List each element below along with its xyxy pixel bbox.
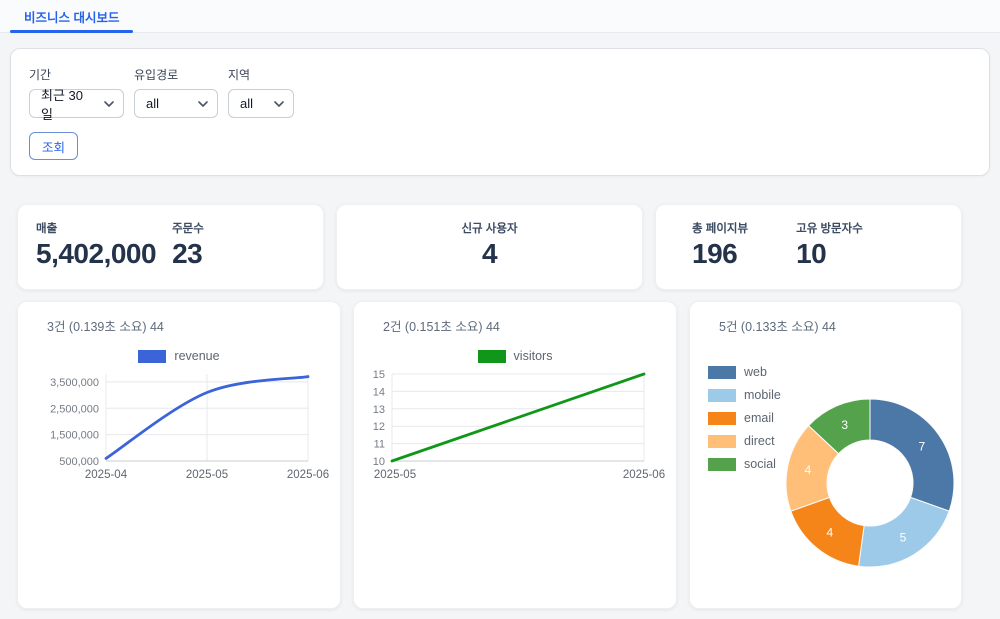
legend-item-mobile: mobile (708, 388, 781, 402)
legend-item-revenue: revenue (138, 349, 219, 363)
filter-fields: 기간 최근 30일 유입경로 all 지역 (29, 66, 971, 118)
visitors-chart-card: 2건 (0.151초 소요) 44 visitors 10 11 12 13 14 15 2… (353, 301, 677, 609)
revenue-chart-card: 3건 (0.139초 소요) 44 revenue 500,000 1,500,0… (17, 301, 341, 609)
filter-panel: 기간 최근 30일 유입경로 all 지역 (10, 48, 990, 176)
kpi-orders: 주문수 23 (172, 220, 204, 270)
channels-chart-card: 5건 (0.133초 소요) 44 web mobile email direct so… (689, 301, 962, 609)
kpi-pageviews-label: 총 페이지뷰 (692, 220, 748, 236)
svg-text:11: 11 (374, 439, 385, 451)
dashboard-main: 기간 최근 30일 유입경로 all 지역 (0, 48, 1000, 609)
channel-select-value: all (146, 96, 159, 111)
legend-swatch (708, 366, 736, 379)
svg-text:15: 15 (373, 369, 385, 381)
svg-text:2,500,000: 2,500,000 (50, 403, 99, 415)
chart-grid: 3건 (0.139초 소요) 44 revenue 500,000 1,500,0… (17, 301, 962, 609)
kpi-unique-visitors: 고유 방문자수 10 (796, 220, 863, 270)
chevron-down-icon (198, 101, 208, 107)
legend-swatch (708, 412, 736, 425)
legend-item-web: web (708, 365, 781, 379)
kpi-new-users-value: 4 (461, 238, 517, 270)
legend-label: web (744, 365, 767, 379)
svg-text:2025-05: 2025-05 (374, 469, 416, 481)
legend-swatch (478, 350, 506, 363)
legend-swatch (708, 435, 736, 448)
svg-text:13: 13 (373, 404, 385, 416)
kpi-unique-visitors-value: 10 (796, 238, 863, 270)
svg-text:4: 4 (804, 463, 811, 477)
legend-label: mobile (744, 388, 781, 402)
svg-text:500,000: 500,000 (59, 456, 99, 468)
svg-text:7: 7 (919, 439, 926, 453)
field-region: 지역 all (228, 66, 294, 118)
revenue-chart-title: 3건 (0.139초 소요) 44 (47, 316, 324, 335)
svg-text:14: 14 (373, 386, 385, 398)
kpi-new-users: 신규 사용자 4 (461, 220, 517, 270)
legend-item-email: email (708, 411, 781, 425)
period-label: 기간 (29, 66, 124, 83)
kpi-revenue-value: 5,402,000 (36, 238, 156, 270)
channel-label: 유입경로 (134, 66, 218, 83)
legend-label: visitors (514, 349, 553, 363)
legend-swatch (138, 350, 166, 363)
svg-text:12: 12 (373, 421, 385, 433)
tab-label: 비즈니스 대시보드 (24, 7, 119, 26)
legend-swatch (708, 458, 736, 471)
channels-chart-legend: web mobile email direct social (708, 365, 781, 471)
revenue-line-chart: 500,000 1,500,000 2,500,000 3,500,000 2025-0… (34, 369, 324, 485)
search-button[interactable]: 조회 (29, 132, 78, 160)
kpi-new-users-label: 신규 사용자 (461, 220, 517, 236)
legend-label: social (744, 457, 776, 471)
svg-text:2025-06: 2025-06 (287, 469, 329, 481)
legend-label: direct (744, 434, 775, 448)
svg-text:4: 4 (827, 525, 834, 539)
visitors-chart-legend: visitors (370, 349, 660, 363)
channels-chart-body: web mobile email direct social 7 5 4 4 3 (706, 335, 945, 587)
legend-item-social: social (708, 457, 781, 471)
legend-label: email (744, 411, 774, 425)
kpi-revenue-label: 매출 (36, 220, 156, 236)
period-select-value: 최근 30일 (41, 85, 92, 123)
visitors-line-chart: 1011121314152025-052025-06 (370, 369, 660, 485)
field-period: 기간 최근 30일 (29, 66, 124, 118)
svg-text:2025-05: 2025-05 (186, 469, 228, 481)
svg-text:1,500,000: 1,500,000 (50, 430, 99, 442)
kpi-pageviews: 총 페이지뷰 196 (692, 220, 748, 270)
chevron-down-icon (104, 101, 114, 107)
field-channel: 유입경로 all (134, 66, 218, 118)
chevron-down-icon (274, 101, 284, 107)
svg-text:3,500,000: 3,500,000 (50, 377, 99, 389)
channels-donut-chart: 7 5 4 4 3 (782, 395, 958, 571)
svg-text:2025-04: 2025-04 (85, 469, 128, 481)
kpi-orders-value: 23 (172, 238, 204, 270)
region-select-value: all (240, 96, 253, 111)
svg-text:3: 3 (841, 418, 848, 432)
region-label: 지역 (228, 66, 294, 83)
legend-label: revenue (174, 349, 219, 363)
period-select[interactable]: 최근 30일 (29, 89, 124, 118)
kpi-card-sales-orders: 매출 5,402,000 주문수 23 (17, 204, 324, 290)
tab-business-dashboard[interactable]: 비즈니스 대시보드 (10, 0, 133, 32)
kpi-grid: 매출 5,402,000 주문수 23 신규 사용자 4 총 페이지뷰 196 … (17, 204, 962, 290)
legend-item-visitors: visitors (478, 349, 553, 363)
region-select[interactable]: all (228, 89, 294, 118)
kpi-card-new-users: 신규 사용자 4 (336, 204, 643, 290)
visitors-chart-title: 2건 (0.151초 소요) 44 (383, 316, 660, 335)
kpi-unique-visitors-label: 고유 방문자수 (796, 220, 863, 236)
svg-text:5: 5 (900, 530, 907, 544)
svg-text:2025-06: 2025-06 (623, 469, 665, 481)
kpi-revenue: 매출 5,402,000 (36, 220, 156, 270)
legend-item-direct: direct (708, 434, 781, 448)
kpi-orders-label: 주문수 (172, 220, 204, 236)
channel-select[interactable]: all (134, 89, 218, 118)
channels-chart-title: 5건 (0.133초 소요) 44 (719, 316, 945, 335)
revenue-chart-legend: revenue (34, 349, 324, 363)
svg-text:10: 10 (373, 456, 385, 468)
legend-swatch (708, 389, 736, 402)
kpi-card-pageviews-visitors: 총 페이지뷰 196 고유 방문자수 10 (655, 204, 962, 290)
tab-bar: 비즈니스 대시보드 (0, 0, 1000, 33)
kpi-pageviews-value: 196 (692, 238, 748, 270)
